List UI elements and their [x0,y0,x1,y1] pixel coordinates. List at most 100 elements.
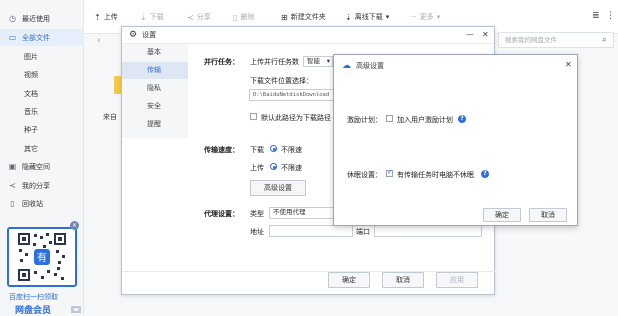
sidebar-item-music[interactable]: 音乐 [0,103,84,120]
sidebar-item-label: 音乐 [24,107,38,116]
offline-download-label: 离线下载 [354,13,383,21]
lock-icon: ▣ [8,162,17,171]
offline-download-icon: ⇣ [345,12,352,22]
new-folder-button[interactable]: ⊞ 新建文件夹 [281,12,326,22]
upload-icon: ⇡ [94,12,101,22]
settings-title-bar: ⚙ 设置 [122,27,494,44]
qr-code: 有 [7,227,77,287]
advanced-settings-button[interactable]: 高级设置 [250,180,306,196]
download-unlimited-radio[interactable] [270,145,277,152]
tab-reminder[interactable]: 提醒 [122,116,188,133]
proxy-port-label: 端口 [356,228,370,236]
more-icon: ··· [410,13,417,21]
sleep-checkbox[interactable] [386,168,393,177]
delete-button[interactable]: ▯ 删除 [233,12,254,22]
sidebar-item-other[interactable]: 其它 [0,140,84,157]
parallel-select[interactable]: 智能 ▾ [303,56,333,67]
promo-line1: 百度扫一扫领取 [9,293,58,301]
vip-promo[interactable]: 有 ✕ 百度扫一扫领取 网盘会员 ▬ [3,221,81,316]
sidebar-item-label: 全部文件 [22,33,50,42]
file-label: 来自 [103,113,117,121]
upload-speed-label: 上传 [250,164,264,172]
more-button[interactable]: ··· 更多 ▾ [410,12,440,22]
download-button[interactable]: ⇣ 下载 [140,12,164,22]
advanced-ok-button[interactable]: 确定 [483,208,521,222]
proxy-label: 代理设置： [204,210,239,218]
share-button[interactable]: ≺ 分享 [187,12,211,22]
sidebar-item-videos[interactable]: 视频 [0,66,84,83]
sidebar-item-hidden-space[interactable]: ▣ 隐藏空间 [0,158,84,175]
proxy-value: 不使用代理 [273,208,306,216]
help-icon[interactable]: ? [481,170,489,178]
tab-privacy[interactable]: 隐私 [122,80,188,97]
offline-download-button[interactable]: ⇣ 离线下载 ▾ [345,12,389,22]
minimize-icon[interactable]: — [466,30,474,39]
folder-icon: ▭ [8,33,17,42]
tab-transfer[interactable]: 传输 [122,62,188,79]
sidebar-item-recent[interactable]: ◷ 最近使用 [0,10,84,27]
sidebar-item-label: 回收站 [22,199,43,208]
sidebar-item-recycle-bin[interactable]: ▯ 回收站 [0,195,84,212]
gear-icon: ⚙ [129,30,138,40]
tab-security[interactable]: 安全 [122,98,188,115]
proxy-address-label: 地址 [250,228,264,236]
sidebar: ◷ 最近使用 ▭ 全部文件 图片 视频 文档 音乐 种子 其它 ▣ 隐藏空间 ≺… [0,0,84,316]
share-label: 分享 [196,13,211,21]
sidebar-item-my-shares[interactable]: ≺ 我的分享 [0,177,84,194]
trash-icon: ▯ [233,12,238,22]
back-arrow-icon[interactable]: ‹ [97,36,101,46]
chevron-down-icon: ▾ [436,13,441,21]
search-icon[interactable]: ⌕ [602,35,606,45]
promo-line2: 网盘会员 [15,306,52,316]
upload-unlimited-radio[interactable] [270,163,277,170]
sidebar-item-images[interactable]: 图片 [0,48,84,65]
incentive-option: 加入用户激励计划 [397,116,453,124]
proxy-address-field[interactable] [269,225,353,237]
sidebar-item-label: 隐藏空间 [22,162,50,171]
sidebar-item-label: 文档 [24,89,38,98]
advanced-cancel-button[interactable]: 取消 [529,208,567,222]
sidebar-item-label: 最近使用 [22,14,50,23]
share-icon: ≺ [187,12,194,22]
new-folder-label: 新建文件夹 [290,13,326,21]
speed-label: 传输速度： [204,146,239,154]
promo-close-icon[interactable]: ✕ [70,221,79,230]
settings-nav: 基本 传输 隐私 安全 提醒 [122,44,188,138]
sidebar-item-torrents[interactable]: 种子 [0,121,84,138]
parallel-label: 并行任务： [204,58,239,66]
advanced-title: 高级设置 [356,61,384,70]
grid-view-icon[interactable]: ⋮ [606,11,615,21]
search-input[interactable]: 搜索我的网盘文件 [498,32,614,48]
default-path-checkbox[interactable] [250,113,257,120]
help-icon[interactable]: ? [458,115,466,123]
sidebar-item-documents[interactable]: 文档 [0,85,84,102]
cloud-icon: ☁ [342,60,351,71]
cancel-button[interactable]: 取消 [382,272,424,288]
sidebar-item-label: 我的分享 [22,181,50,190]
advanced-title-bar: ☁ 高级设置 [334,55,577,76]
sidebar-item-label: 视频 [24,70,38,79]
trash-icon: ▯ [10,199,15,208]
tab-basic[interactable]: 基本 [122,44,188,61]
upload-button[interactable]: ⇡ 上传 [94,12,118,22]
close-icon[interactable]: ✕ [482,30,489,39]
download-icon: ⇣ [140,12,147,22]
list-view-icon[interactable]: ≣ [592,11,600,21]
sidebar-item-all-files[interactable]: ▭ 全部文件 [0,29,84,46]
ok-button[interactable]: 确定 [328,272,370,288]
upload-unlimited-label: 不限速 [281,164,302,172]
parallel-value: 智能 [307,57,320,65]
sleep-option: 有传输任务时电脑不休眠 [397,171,474,179]
proxy-type-label: 类型 [250,210,264,218]
apply-button[interactable]: 应用 [436,272,478,288]
download-label: 下载 [149,13,164,21]
advanced-settings-dialog: ☁ 高级设置 ✕ 激励计划： 加入用户激励计划 ? 休眠设置： 有传输任务时电脑… [333,54,578,226]
chevron-down-icon: ▾ [326,57,330,65]
clock-icon: ◷ [9,14,16,23]
proxy-port-field[interactable] [374,225,482,237]
incentive-checkbox[interactable] [386,115,393,122]
close-icon[interactable]: ✕ [565,60,572,69]
delete-label: 删除 [240,13,255,21]
download-speed-label: 下载 [250,146,264,154]
default-path-label: 默认此路径为下载路径 [261,114,331,122]
